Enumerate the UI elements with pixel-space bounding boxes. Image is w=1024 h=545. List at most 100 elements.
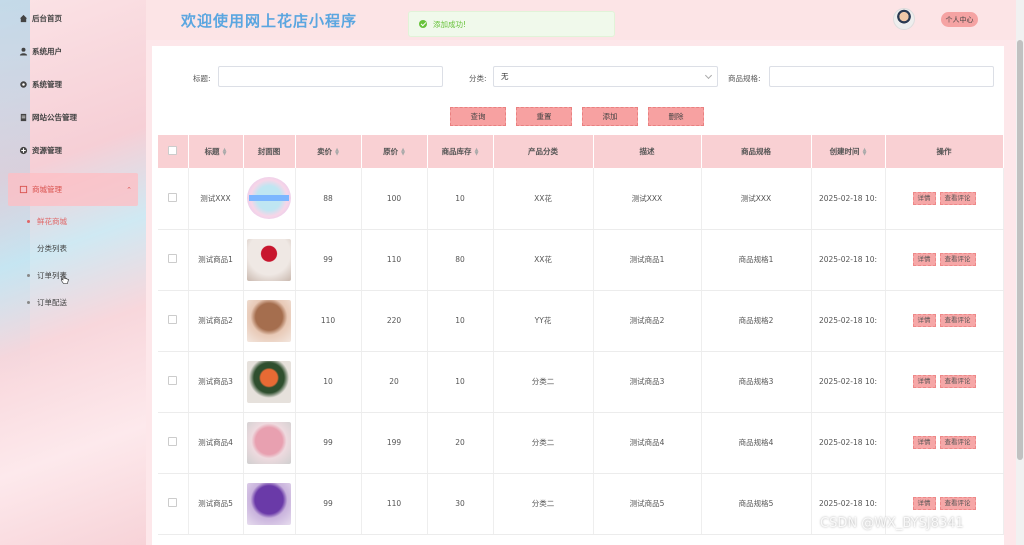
detail-button[interactable]: 详情	[912, 375, 936, 388]
row-checkbox[interactable]	[168, 254, 178, 263]
pointer-cursor-icon	[60, 273, 69, 286]
sort-icon[interactable]: ▲ ▼	[223, 148, 227, 157]
row-checkbox[interactable]	[168, 192, 178, 202]
sidebar-subitem-order-list[interactable]: 订单列表	[0, 262, 146, 289]
select-all-checkbox[interactable]	[168, 146, 178, 155]
column-header-stock[interactable]: 商品库存 ▲ ▼	[427, 135, 494, 168]
cell-stock: 80	[427, 229, 494, 291]
view-reviews-button[interactable]: 查看评论	[939, 375, 976, 388]
cell-cover	[243, 290, 296, 352]
table-row: 测试商品1 99 110 80 XX花 测试商品1 商品规格1 2025-02-18 10: 详…	[158, 229, 1004, 291]
bullet-icon	[27, 247, 30, 250]
cell-category: YY花	[493, 290, 594, 352]
spec-filter-input[interactable]	[769, 66, 994, 87]
detail-button[interactable]: 详情	[912, 191, 936, 205]
document-icon	[19, 113, 28, 122]
sidebar-subitem-category-list[interactable]: 分类列表	[0, 235, 146, 262]
spec-filter-label: 商品规格:	[728, 74, 761, 83]
profile-button[interactable]: 个人中心	[941, 12, 978, 27]
vertical-scrollbar[interactable]	[1016, 0, 1024, 545]
cell-desc: 测试商品5	[593, 473, 702, 535]
cell-cover	[243, 473, 296, 535]
cell-desc: 测试商品2	[593, 290, 702, 352]
row-checkbox[interactable]	[168, 437, 178, 446]
avatar[interactable]	[893, 8, 915, 30]
sort-icon[interactable]: ▲ ▼	[863, 148, 867, 157]
detail-button[interactable]: 详情	[912, 436, 936, 449]
query-button[interactable]: 查询	[450, 107, 506, 126]
sidebar-item-resources[interactable]: 资源管理	[0, 134, 146, 167]
reset-button[interactable]: 重置	[516, 107, 572, 126]
sidebar-item-announcements[interactable]: 网站公告管理	[0, 101, 146, 134]
chevron-down-icon	[704, 71, 713, 80]
sort-icon[interactable]: ▲ ▼	[335, 148, 339, 157]
bullet-icon	[27, 220, 30, 223]
sort-icon[interactable]: ▲ ▼	[475, 148, 479, 157]
sidebar-item-label: 网站公告管理	[32, 113, 77, 122]
table-header-row: 标题 ▲ ▼ 封面图 卖价 ▲ ▼ 原价 ▲ ▼ 商品库存 ▲ ▼ 产品分类 描述 商品规格 创…	[158, 135, 1004, 168]
row-select-cell[interactable]	[158, 168, 189, 230]
sidebar-item-label: 后台首页	[32, 14, 62, 23]
row-select-cell[interactable]	[158, 473, 189, 535]
delete-button[interactable]: 删除	[648, 107, 704, 126]
column-header-price[interactable]: 卖价 ▲ ▼	[295, 135, 362, 168]
view-reviews-button[interactable]: 查看评论	[939, 253, 976, 266]
view-reviews-button[interactable]: 查看评论	[939, 436, 976, 449]
chevron-up-icon: ⌃	[126, 185, 132, 194]
detail-button[interactable]: 详情	[912, 314, 936, 327]
sidebar-item-system-manage[interactable]: 系统管理	[0, 68, 146, 101]
scrollbar-thumb[interactable]	[1017, 40, 1023, 460]
row-select-cell[interactable]	[158, 412, 189, 474]
view-reviews-button[interactable]: 查看评论	[939, 191, 976, 205]
sidebar-item-label: 商城管理	[32, 185, 62, 194]
cell-title: 测试XXX	[188, 168, 244, 230]
cell-spec: 商品规格3	[701, 351, 812, 413]
detail-button[interactable]: 详情	[912, 497, 936, 510]
sidebar-subitem-label: 分类列表	[37, 244, 67, 253]
table-row: 测试商品3 10 20 10 分类二 测试商品3 商品规格3 2025-02-18 10: 详情…	[158, 351, 1004, 413]
cell-original: 20	[361, 351, 428, 413]
add-button[interactable]: 添加	[582, 107, 638, 126]
title-filter-label: 标题:	[193, 74, 211, 83]
cell-created: 2025-02-18 10:	[811, 290, 886, 352]
select-all-cell[interactable]	[158, 135, 189, 168]
sort-icon[interactable]: ▲ ▼	[401, 148, 405, 157]
product-table: 标题 ▲ ▼ 封面图 卖价 ▲ ▼ 原价 ▲ ▼ 商品库存 ▲ ▼ 产品分类 描述 商品规格 创…	[158, 135, 1004, 535]
sidebar-item-home[interactable]: 后台首页	[0, 2, 146, 35]
cell-desc: 测试商品3	[593, 351, 702, 413]
cell-price: 88	[295, 168, 362, 230]
sidebar-item-shop[interactable]: 商城管理 ⌃	[8, 173, 138, 206]
view-reviews-button[interactable]: 查看评论	[939, 314, 976, 327]
view-reviews-button[interactable]: 查看评论	[939, 497, 976, 510]
success-toast: 添加成功!	[408, 11, 615, 37]
cell-spec: 商品规格1	[701, 229, 812, 291]
row-checkbox[interactable]	[168, 498, 178, 507]
cell-category: XX花	[493, 229, 594, 291]
row-select-cell[interactable]	[158, 351, 189, 413]
category-select[interactable]: 无	[493, 66, 718, 87]
column-header-created[interactable]: 创建时间 ▲ ▼	[811, 135, 886, 168]
sidebar-subitem-order-delivery[interactable]: 订单配送	[0, 289, 146, 316]
row-checkbox[interactable]	[168, 376, 178, 385]
cell-category: 分类二	[493, 412, 594, 474]
sidebar-item-label: 资源管理	[32, 146, 62, 155]
row-select-cell[interactable]	[158, 290, 189, 352]
column-header-title[interactable]: 标题 ▲ ▼	[188, 135, 244, 168]
cell-actions: 详情 查看评论	[884, 351, 1004, 413]
category-filter-label: 分类:	[469, 74, 487, 83]
sidebar-subitem-label: 鲜花商城	[37, 217, 67, 226]
detail-button[interactable]: 详情	[912, 253, 936, 266]
row-select-cell[interactable]	[158, 229, 189, 291]
cell-category: 分类二	[493, 351, 594, 413]
column-header-original[interactable]: 原价 ▲ ▼	[361, 135, 428, 168]
title-filter-input[interactable]	[218, 66, 443, 87]
sidebar-subitem-flower-shop[interactable]: 鲜花商城	[0, 208, 146, 235]
user-icon	[19, 47, 28, 56]
product-cover-image	[247, 360, 291, 403]
product-cover-image	[247, 299, 291, 342]
row-checkbox[interactable]	[168, 315, 178, 324]
cell-stock: 10	[427, 351, 494, 413]
sidebar-item-system-users[interactable]: 系统用户	[0, 35, 146, 68]
cell-title: 测试商品1	[188, 229, 244, 291]
table-row: 测试XXX 88 100 10 XX花 测试XXX 测试XXX 2025-02-18 10: 详…	[158, 168, 1004, 230]
